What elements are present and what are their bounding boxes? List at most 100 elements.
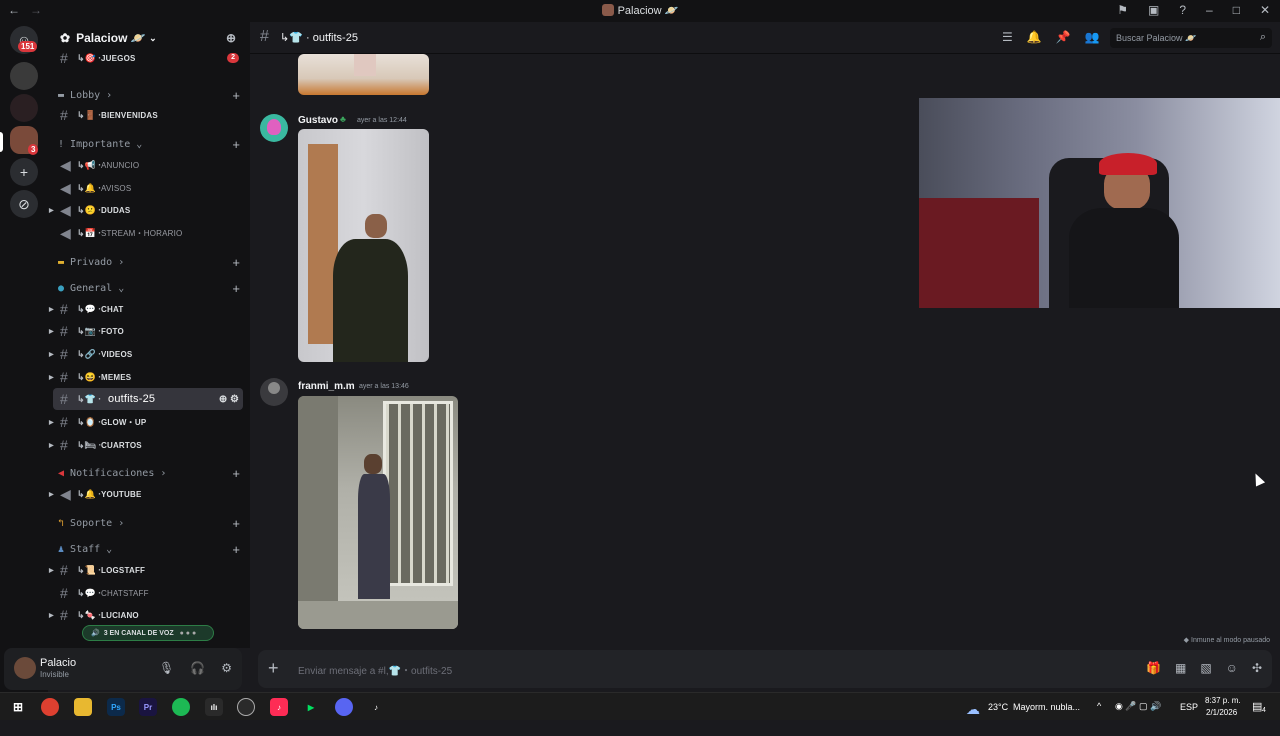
- add-channel-icon[interactable]: +: [232, 255, 240, 270]
- unread-dot-icon: ▶: [49, 442, 54, 449]
- apps-icon[interactable]: ✣: [1252, 661, 1262, 675]
- spotify-icon[interactable]: [172, 698, 190, 716]
- weather-text[interactable]: Mayorm. nubla...: [1013, 702, 1080, 730]
- channel-luciano[interactable]: ▶ # ↳🍬 · LUCIANO: [49, 604, 243, 626]
- audio-app-icon[interactable]: ılı: [205, 698, 223, 716]
- obs-icon[interactable]: [237, 698, 255, 716]
- server-icon-1[interactable]: [10, 62, 38, 90]
- exclamation-icon: !: [58, 139, 71, 150]
- channel-outfits-25[interactable]: # ↳👕 · outfits-25 ⊕ ⚙: [53, 388, 243, 410]
- message-timestamp: ayer a las 13:46: [359, 383, 409, 390]
- server-icon-2[interactable]: [10, 94, 38, 122]
- search-input[interactable]: Buscar Palaciow 🪐 ⌕: [1110, 28, 1272, 48]
- members-icon[interactable]: 👥: [1085, 30, 1100, 44]
- channel-logstaff[interactable]: ▶ # ↳📜 · LOGSTAFF: [49, 559, 243, 581]
- premiere-icon[interactable]: Pr: [139, 698, 157, 716]
- help-icon[interactable]: ?: [1179, 3, 1186, 17]
- minimize-icon[interactable]: –: [1206, 3, 1213, 17]
- category-general[interactable]: ● General ⌄ +: [58, 281, 240, 297]
- channel-videos[interactable]: ▶ # ↳🔗 · VIDEOS: [49, 343, 243, 365]
- clock-date[interactable]: 2/1/2026: [1206, 708, 1237, 736]
- add-channel-icon[interactable]: +: [232, 137, 240, 152]
- notification-icon[interactable]: ▤: [1252, 700, 1262, 728]
- windows-start-icon[interactable]: ⊞: [9, 698, 27, 716]
- channel-chat[interactable]: ▶ # ↳💬 · CHAT: [49, 298, 243, 320]
- add-attachment-icon[interactable]: +: [268, 658, 279, 679]
- play-icon[interactable]: ▶: [302, 698, 320, 716]
- flag-icon[interactable]: ⚑: [1117, 3, 1128, 17]
- category-notificaciones[interactable]: ◀ Notificaciones › +: [58, 466, 240, 482]
- threads-icon[interactable]: ☰: [1002, 30, 1013, 44]
- message-image-previous[interactable]: [298, 54, 429, 95]
- chat-area: # ↳👕 · outfits-25 ☰ 🔔 📌 👥 Buscar Palacio…: [250, 22, 1280, 692]
- category-lobby[interactable]: ▬ Lobby › +: [58, 88, 240, 104]
- channel-memes[interactable]: ▶ # ↳😆 · MEMES: [49, 366, 243, 388]
- message-composer[interactable]: + Enviar mensaje a #l,👕・outfits-25 🎁 ▦ ▧…: [258, 650, 1272, 688]
- channel-glow-up[interactable]: ▶ # ↳🪞 · GLOW・UP: [49, 411, 243, 433]
- language-indicator[interactable]: ESP: [1180, 702, 1198, 730]
- hash-icon: #: [60, 391, 68, 407]
- channel-foto[interactable]: ▶ # ↳📷 · FOTO: [49, 320, 243, 342]
- avatar[interactable]: [14, 657, 36, 679]
- add-channel-icon[interactable]: +: [232, 516, 240, 531]
- add-channel-icon[interactable]: +: [232, 466, 240, 481]
- category-soporte[interactable]: ↰ Soporte › +: [58, 516, 240, 532]
- weather-temp[interactable]: 23°C: [988, 702, 1008, 730]
- microphone-icon[interactable]: 🎙: [159, 661, 174, 675]
- channel-chatstaff[interactable]: # ↳💬 · CHATSTAFF: [53, 582, 243, 604]
- chevron-up-icon[interactable]: ^: [1097, 701, 1101, 729]
- message-author[interactable]: Gustavo: [298, 115, 338, 126]
- stream-preview[interactable]: [919, 98, 1280, 308]
- discord-taskbar-icon[interactable]: [335, 698, 353, 716]
- gear-icon[interactable]: ⚙: [230, 394, 239, 405]
- add-server-icon[interactable]: +: [10, 158, 38, 186]
- channel-dudas[interactable]: ▶ ◀ ↳😕 · DUDAS: [49, 199, 243, 221]
- gear-icon[interactable]: ⚙: [221, 661, 232, 675]
- channel-avisos[interactable]: ◀ ↳🔔 · AVISOS: [53, 177, 243, 199]
- add-channel-icon[interactable]: +: [232, 88, 240, 103]
- voice-channel-pill[interactable]: 🔊 3 EN CANAL DE VOZ ● ● ●: [82, 625, 214, 641]
- message-image-franmi[interactable]: [298, 396, 458, 629]
- headphones-icon[interactable]: 🎧: [190, 661, 205, 675]
- category-privado[interactable]: ▬ Privado › +: [58, 255, 240, 271]
- gif-icon[interactable]: ▦: [1175, 661, 1186, 675]
- bell-icon[interactable]: 🔔: [1027, 30, 1042, 44]
- channel-cuartos[interactable]: ▶ # ↳🛏 · CUARTOS: [49, 434, 243, 456]
- avatar[interactable]: [260, 114, 288, 142]
- emoji-icon[interactable]: ☺: [1226, 661, 1238, 675]
- explore-icon[interactable]: ⊘: [10, 190, 38, 218]
- add-member-icon[interactable]: ⊕: [226, 31, 236, 45]
- invite-icon[interactable]: ⊕: [219, 394, 227, 405]
- channel-sidebar: ✿ Palaciow 🪐 ⌄ ⊕ # ↳🎯 · JUEGOS 2 ▬ Lobby…: [48, 22, 250, 648]
- unread-dot-icon: ▶: [49, 351, 54, 358]
- gift-icon[interactable]: 🎁: [1146, 661, 1161, 675]
- pin-icon[interactable]: 📌: [1056, 30, 1071, 44]
- category-importante[interactable]: ! Importante ⌄ +: [58, 137, 240, 153]
- add-channel-icon[interactable]: +: [232, 281, 240, 296]
- message-input[interactable]: Enviar mensaje a #l,👕・outfits-25: [298, 662, 452, 677]
- add-channel-icon[interactable]: +: [232, 542, 240, 557]
- maximize-icon[interactable]: □: [1233, 3, 1240, 17]
- tray-icons[interactable]: ◉ 🎤 ▢ 🔊: [1115, 701, 1161, 729]
- unread-dot-icon: ▶: [49, 207, 54, 214]
- tiktok-icon[interactable]: ♪: [367, 698, 385, 716]
- message-image-gustavo[interactable]: [298, 129, 429, 362]
- file-explorer-icon[interactable]: [74, 698, 92, 716]
- chrome-icon[interactable]: [41, 698, 59, 716]
- channel-bienvenidas[interactable]: # ↳🚪 · BIENVENIDAS: [53, 104, 243, 126]
- channel-anuncio[interactable]: ◀ ↳📢 · ANUNCIO: [53, 154, 243, 176]
- support-icon: ↰: [58, 518, 71, 529]
- megaphone-icon: ◀: [58, 468, 71, 479]
- channel-youtube[interactable]: ▶ ◀ ↳🔔 · YOUTUBE: [49, 483, 243, 505]
- tiktok-live-icon[interactable]: ♪: [270, 698, 288, 716]
- photoshop-icon[interactable]: Ps: [107, 698, 125, 716]
- avatar[interactable]: [260, 378, 288, 406]
- message-author[interactable]: franmi_m.m: [298, 381, 355, 392]
- screen-share-icon[interactable]: ▣: [1148, 3, 1159, 17]
- channel-juegos[interactable]: # ↳🎯 · JUEGOS 2: [53, 47, 243, 69]
- user-panel[interactable]: Palacio Invisible 🎙 🎧 ⚙: [4, 648, 242, 690]
- channel-stream-horario[interactable]: ◀ ↳📅 · STREAM・HORARIO: [53, 222, 243, 244]
- category-staff[interactable]: ♟ Staff ⌄ +: [58, 542, 240, 558]
- sticker-icon[interactable]: ▧: [1200, 661, 1211, 675]
- close-icon[interactable]: ✕: [1260, 3, 1270, 17]
